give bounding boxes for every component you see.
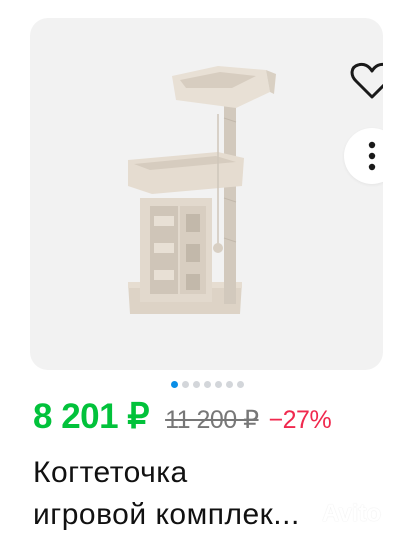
current-price: 8 201 ₽ <box>33 397 150 436</box>
gallery-dot[interactable] <box>237 380 244 388</box>
gallery-dot[interactable] <box>171 380 178 388</box>
title-line: Когтеточка <box>33 456 188 489</box>
gallery-dot[interactable] <box>215 380 222 388</box>
more-vertical-icon <box>368 141 376 171</box>
gallery-pagination <box>171 378 244 390</box>
discount-badge: −27% <box>268 406 332 434</box>
gallery-dot[interactable] <box>204 380 211 388</box>
price-row: 8 201 ₽ 11 200 ₽ −27% <box>33 397 332 437</box>
heart-outline-icon <box>350 62 383 99</box>
old-price: 11 200 ₽ <box>165 406 259 434</box>
cat-tree-photo <box>128 66 276 314</box>
favorite-button[interactable] <box>346 58 383 104</box>
gallery-dot[interactable] <box>193 380 200 388</box>
product-image-card[interactable] <box>30 18 383 370</box>
gallery-dot[interactable] <box>226 380 233 388</box>
gallery-dot[interactable] <box>182 380 189 388</box>
avito-watermark: Avito <box>322 500 382 527</box>
